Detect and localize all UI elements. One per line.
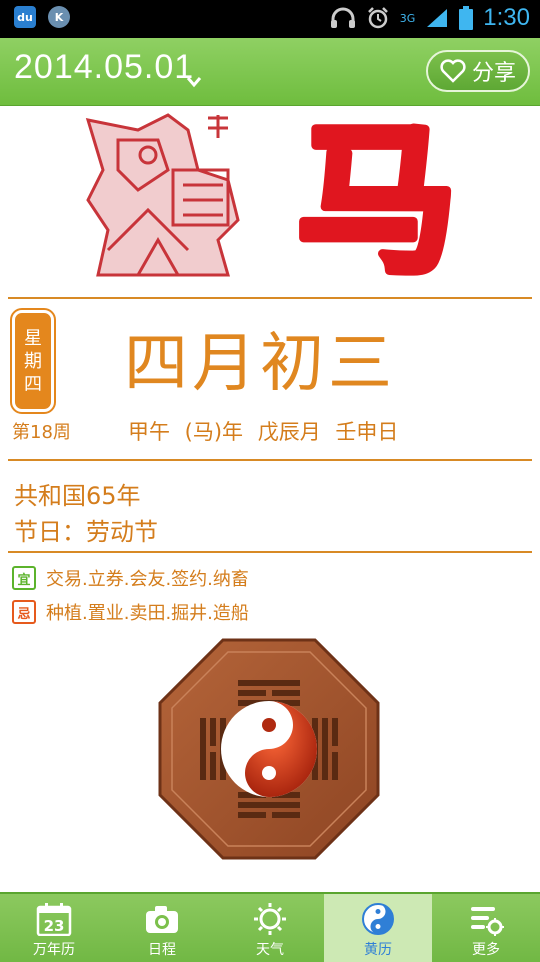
republic-year: 共和国65年 <box>14 482 141 510</box>
tab-label: 黄历 <box>364 942 392 958</box>
divider <box>8 551 532 553</box>
tab-weather[interactable]: 天气 <box>216 894 324 962</box>
bottom-tab-bar: 23 万年历 日程 天气 黄历 更多 <box>0 892 540 962</box>
bagua-icon[interactable] <box>158 638 380 860</box>
share-button[interactable]: 分享 <box>426 50 530 92</box>
tab-almanac[interactable]: 黄历 <box>324 894 432 962</box>
yi-text: 交易.立券.会友.签约.纳畜 <box>46 569 249 590</box>
status-system-icons: 3G 1:30 <box>330 4 530 32</box>
baidu-notification-icon: du <box>14 6 36 28</box>
status-notification-icons: du K <box>14 6 70 28</box>
lunar-date: 四月初三 <box>124 327 396 401</box>
weekday-badge: 星 期 四 <box>10 308 56 414</box>
calendar-icon: 23 <box>36 903 72 936</box>
date-selector[interactable]: 2014.05.01 <box>14 48 194 87</box>
tab-label: 日程 <box>148 942 176 958</box>
heart-icon <box>440 59 466 83</box>
ji-badge: 忌 <box>12 600 36 624</box>
alarm-icon <box>367 7 388 29</box>
tab-schedule[interactable]: 日程 <box>108 894 216 962</box>
tab-label: 更多 <box>472 942 500 958</box>
tab-label: 万年历 <box>33 942 75 958</box>
holiday-text: 节日：劳动节 <box>14 518 158 546</box>
ji-row: 忌 种植.置业.卖田.掘井.造船 <box>12 599 249 625</box>
weekday-char: 期 <box>24 350 42 372</box>
settings-list-icon <box>471 907 504 936</box>
headphones-icon <box>330 7 355 28</box>
ganzhi-text: 甲午 (马)年 戊辰月 壬申日 <box>128 420 399 444</box>
weekday-char: 星 <box>24 327 42 349</box>
share-label: 分享 <box>471 61 516 86</box>
divider <box>8 297 532 299</box>
network-type: 3G <box>399 11 416 25</box>
calendar-icon-day: 23 <box>44 917 65 935</box>
camera-icon <box>146 906 178 933</box>
status-bar: du K 3G 1:30 <box>0 0 540 38</box>
zodiac-character-text: 马 <box>298 118 456 278</box>
app-header: 2014.05.01 分享 <box>0 38 540 106</box>
divider <box>8 459 532 461</box>
signal-icon <box>427 9 448 27</box>
zodiac-character: 马 <box>298 118 456 278</box>
battery-icon <box>459 6 474 30</box>
tab-calendar[interactable]: 23 万年历 <box>0 894 108 962</box>
k-notification-icon: K <box>48 6 70 28</box>
week-number: 第18周 <box>12 422 71 443</box>
tab-label: 天气 <box>256 942 284 958</box>
ji-text: 种植.置业.卖田.掘井.造船 <box>46 603 249 624</box>
tab-more[interactable]: 更多 <box>432 894 540 962</box>
yin-yang-icon <box>362 903 394 935</box>
status-clock: 1:30 <box>483 4 530 31</box>
yi-badge: 宜 <box>12 566 36 590</box>
chevron-down-icon[interactable] <box>186 74 202 90</box>
sun-icon <box>254 903 286 935</box>
weekday-char: 四 <box>24 373 42 395</box>
yi-row: 宜 交易.立券.会友.签约.纳畜 <box>12 565 249 591</box>
horse-papercut-icon <box>85 113 240 277</box>
